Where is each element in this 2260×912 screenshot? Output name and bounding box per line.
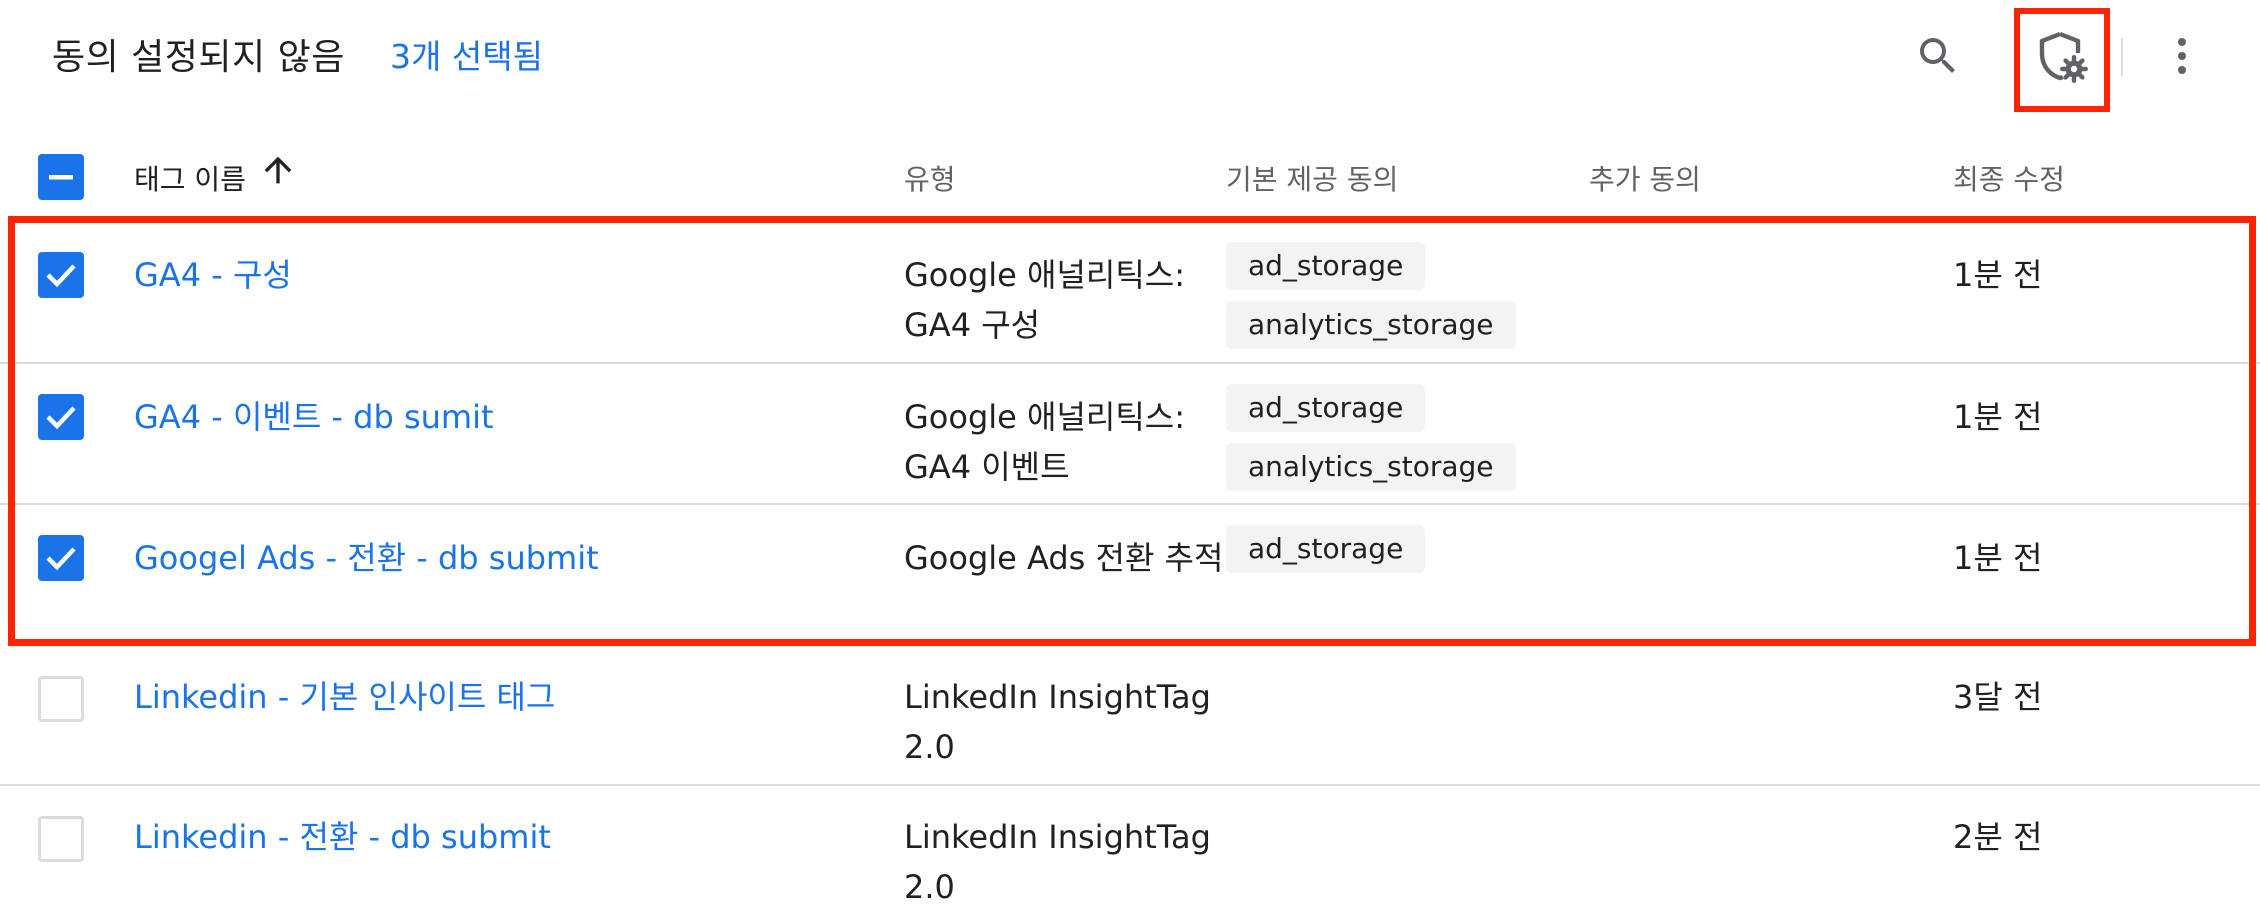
row-checkbox[interactable] — [38, 676, 84, 722]
select-all-checkbox[interactable] — [38, 154, 84, 200]
search-button[interactable] — [1906, 26, 1970, 86]
table-header: 태그 이름 유형 기본 제공 동의 추가 동의 최종 수정 — [0, 140, 2260, 210]
selected-rows-highlight — [8, 216, 2256, 646]
more-options-button[interactable] — [2152, 26, 2212, 86]
toolbar-divider — [2121, 38, 2123, 76]
column-header-extra-consent[interactable]: 추가 동의 — [1589, 158, 1701, 198]
page-title: 동의 설정되지 않음 — [52, 37, 345, 78]
last-modified: 3달 전 — [1953, 678, 2043, 716]
indeterminate-icon — [49, 175, 73, 180]
column-header-name[interactable]: 태그 이름 — [134, 158, 246, 198]
last-modified: 2분 전 — [1953, 818, 2043, 856]
tag-type: LinkedIn InsightTag 2.0 — [904, 678, 1211, 766]
toolbar: 동의 설정되지 않음 3개 선택됨 — [0, 0, 2260, 112]
tag-type: LinkedIn InsightTag 2.0 — [904, 818, 1211, 906]
row-checkbox[interactable] — [38, 816, 84, 862]
table-row[interactable]: Linkedin - 기본 인사이트 태그 LinkedIn InsightTa… — [0, 646, 2260, 786]
selected-count: 3개 선택됨 — [390, 37, 543, 76]
consent-settings-button[interactable] — [2014, 8, 2110, 112]
column-header-type[interactable]: 유형 — [904, 158, 956, 198]
tag-name-link[interactable]: Linkedin - 전환 - db submit — [134, 812, 551, 858]
search-icon — [1920, 38, 1955, 73]
arrow-up-icon[interactable] — [258, 150, 298, 190]
table-row[interactable]: Linkedin - 전환 - db submit LinkedIn Insig… — [0, 786, 2260, 906]
column-header-base-consent[interactable]: 기본 제공 동의 — [1226, 158, 1398, 198]
consent-settings-icon — [2039, 31, 2088, 83]
column-header-last-modified[interactable]: 최종 수정 — [1953, 158, 2065, 198]
more-vert-icon — [2178, 38, 2186, 74]
tag-name-link[interactable]: Linkedin - 기본 인사이트 태그 — [134, 672, 555, 718]
